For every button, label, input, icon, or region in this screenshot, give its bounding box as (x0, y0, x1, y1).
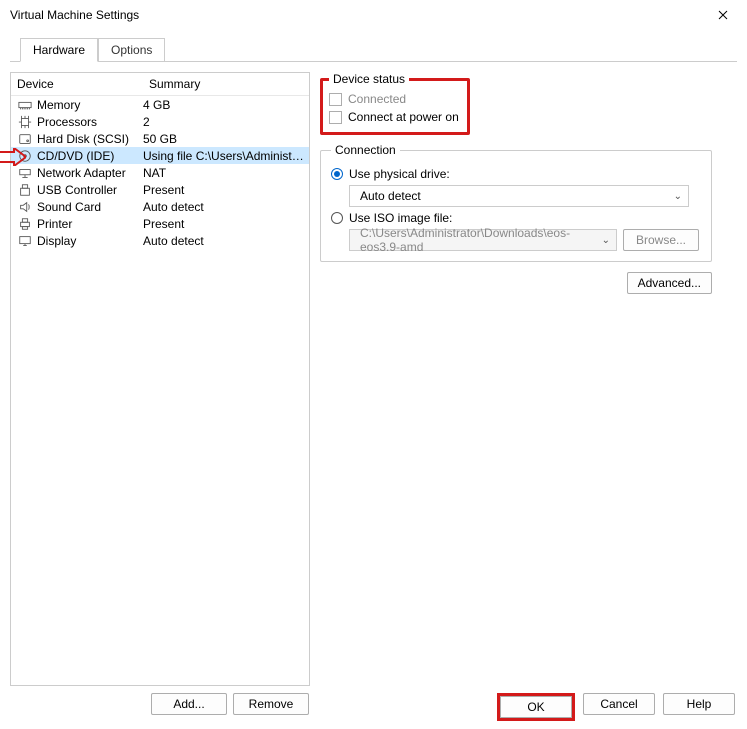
display-icon (17, 233, 33, 249)
tab-hardware[interactable]: Hardware (20, 38, 98, 62)
device-summary: 2 (143, 115, 309, 129)
device-list-panel: Device Summary Memory4 GBProcessors2Hard… (10, 72, 310, 686)
device-summary: Using file C:\Users\Administr... (143, 149, 309, 163)
col-summary[interactable]: Summary (143, 73, 309, 95)
connect-poweron-checkbox-row[interactable]: Connect at power on (329, 110, 461, 124)
device-row-sound-card[interactable]: Sound CardAuto detect (11, 198, 309, 215)
tab-options[interactable]: Options (98, 38, 165, 61)
device-name: Printer (37, 217, 143, 231)
device-name: Network Adapter (37, 166, 143, 180)
device-list[interactable]: Memory4 GBProcessors2Hard Disk (SCSI)50 … (11, 96, 309, 685)
help-button[interactable]: Help (663, 693, 735, 715)
use-iso-label: Use ISO image file: (349, 211, 452, 225)
hdd-icon (17, 131, 33, 147)
chevron-down-icon: ⌄ (674, 191, 682, 202)
cpu-icon (17, 114, 33, 130)
device-row-hard-disk-scsi-[interactable]: Hard Disk (SCSI)50 GB (11, 130, 309, 147)
connected-label: Connected (348, 92, 406, 106)
device-name: Display (37, 234, 143, 248)
connection-legend: Connection (331, 143, 400, 157)
browse-button[interactable]: Browse... (623, 229, 699, 251)
tab-strip: Hardware Options (10, 38, 737, 62)
window-title: Virtual Machine Settings (10, 8, 139, 22)
use-physical-radio-row[interactable]: Use physical drive: (331, 167, 701, 181)
device-summary: Auto detect (143, 200, 309, 214)
use-iso-radio-row[interactable]: Use ISO image file: (331, 211, 701, 225)
device-summary: Present (143, 217, 309, 231)
iso-path-select[interactable]: C:\Users\Administrator\Downloads\eos-eos… (349, 229, 617, 251)
cancel-button[interactable]: Cancel (583, 693, 655, 715)
radio-icon (331, 168, 343, 180)
printer-icon (17, 216, 33, 232)
add-button[interactable]: Add... (151, 693, 227, 715)
connection-group: Connection Use physical drive: Auto dete… (320, 143, 712, 262)
iso-path-value: C:\Users\Administrator\Downloads\eos-eos… (360, 226, 602, 254)
radio-icon (331, 212, 343, 224)
use-physical-label: Use physical drive: (349, 167, 450, 181)
memory-icon (17, 97, 33, 113)
close-button[interactable] (703, 1, 743, 29)
device-status-legend: Device status (329, 72, 409, 86)
device-list-header: Device Summary (11, 73, 309, 96)
device-summary: 4 GB (143, 98, 309, 112)
titlebar: Virtual Machine Settings (0, 0, 747, 30)
remove-button[interactable]: Remove (233, 693, 309, 715)
device-row-network-adapter[interactable]: Network AdapterNAT (11, 164, 309, 181)
checkbox-icon (329, 111, 342, 124)
device-summary: 50 GB (143, 132, 309, 146)
physical-drive-select[interactable]: Auto detect ⌄ (349, 185, 689, 207)
ok-highlight-annotation: OK (497, 693, 575, 721)
physical-drive-value: Auto detect (360, 189, 421, 203)
device-name: Memory (37, 98, 143, 112)
chevron-down-icon: ⌄ (602, 235, 610, 246)
device-row-usb-controller[interactable]: USB ControllerPresent (11, 181, 309, 198)
device-summary: NAT (143, 166, 309, 180)
network-icon (17, 165, 33, 181)
device-name: CD/DVD (IDE) (37, 149, 143, 163)
connect-poweron-label: Connect at power on (348, 110, 459, 124)
cd-icon (17, 148, 33, 164)
device-name: Sound Card (37, 200, 143, 214)
dialog-footer: OK Cancel Help (497, 693, 735, 721)
device-row-processors[interactable]: Processors2 (11, 113, 309, 130)
device-row-memory[interactable]: Memory4 GB (11, 96, 309, 113)
device-name: USB Controller (37, 183, 143, 197)
device-row-display[interactable]: DisplayAuto detect (11, 232, 309, 249)
col-device[interactable]: Device (11, 73, 143, 95)
usb-icon (17, 182, 33, 198)
device-status-group: Device status Connected Connect at power… (320, 72, 470, 135)
advanced-button[interactable]: Advanced... (627, 272, 712, 294)
close-icon (718, 10, 728, 20)
device-summary: Present (143, 183, 309, 197)
device-row-cd-dvd-ide-[interactable]: CD/DVD (IDE)Using file C:\Users\Administ… (11, 147, 309, 164)
device-name: Processors (37, 115, 143, 129)
connected-checkbox-row[interactable]: Connected (329, 92, 461, 106)
checkbox-icon (329, 93, 342, 106)
sound-icon (17, 199, 33, 215)
device-summary: Auto detect (143, 234, 309, 248)
device-name: Hard Disk (SCSI) (37, 132, 143, 146)
ok-button[interactable]: OK (500, 696, 572, 718)
device-row-printer[interactable]: PrinterPresent (11, 215, 309, 232)
